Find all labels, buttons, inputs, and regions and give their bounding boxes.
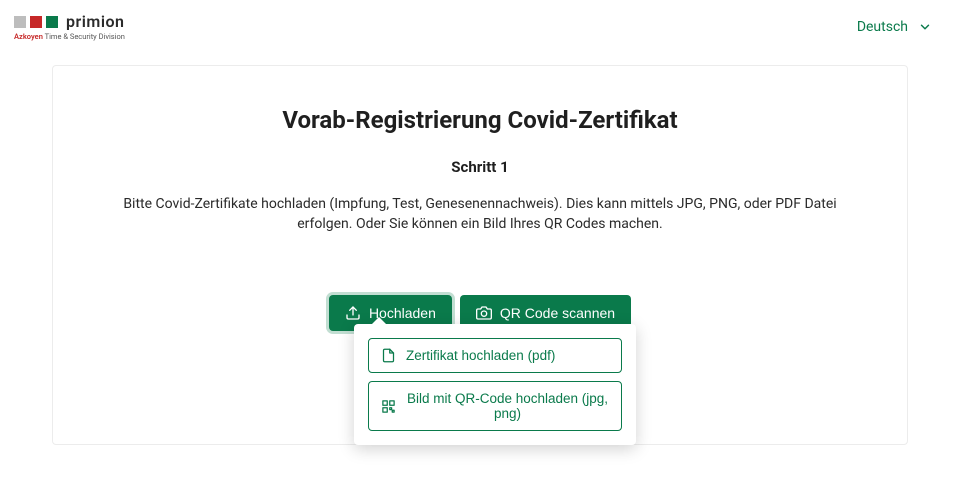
logo-text: primion: [66, 12, 124, 31]
step-label: Schritt 1: [87, 158, 873, 176]
scan-qr-button-label: QR Code scannen: [500, 305, 615, 321]
language-selector[interactable]: Deutsch: [857, 19, 932, 35]
chevron-down-icon: [918, 20, 932, 34]
logo: primion Azkoyen Time & Security Division: [14, 12, 125, 41]
description: Bitte Covid-Zertifikate hochladen (Impfu…: [100, 194, 860, 235]
upload-qr-image-option[interactable]: Bild mit QR-Code hochladen (jpg, png): [368, 381, 622, 431]
main-card: Vorab-Registrierung Covid-Zertifikat Sch…: [52, 65, 908, 445]
logo-square-red: [30, 16, 42, 28]
upload-icon: [345, 305, 361, 321]
logo-subtitle: Azkoyen Time & Security Division: [14, 32, 125, 41]
header: primion Azkoyen Time & Security Division…: [0, 0, 960, 45]
upload-popover-wrap: Zertifikat hochladen (pdf) Bild mit QR-C…: [354, 324, 636, 445]
upload-pdf-option[interactable]: Zertifikat hochladen (pdf): [368, 338, 622, 373]
upload-qr-image-label: Bild mit QR-Code hochladen (jpg, png): [406, 391, 609, 421]
qr-icon: [381, 399, 396, 414]
logo-square-green: [46, 16, 58, 28]
upload-popover: Zertifikat hochladen (pdf) Bild mit QR-C…: [354, 324, 636, 445]
logo-square-grey: [14, 16, 26, 28]
file-icon: [381, 348, 396, 363]
camera-icon: [476, 305, 492, 321]
language-label: Deutsch: [857, 19, 908, 35]
page-title: Vorab-Registrierung Covid-Zertifikat: [87, 106, 873, 134]
upload-pdf-label: Zertifikat hochladen (pdf): [406, 348, 555, 363]
